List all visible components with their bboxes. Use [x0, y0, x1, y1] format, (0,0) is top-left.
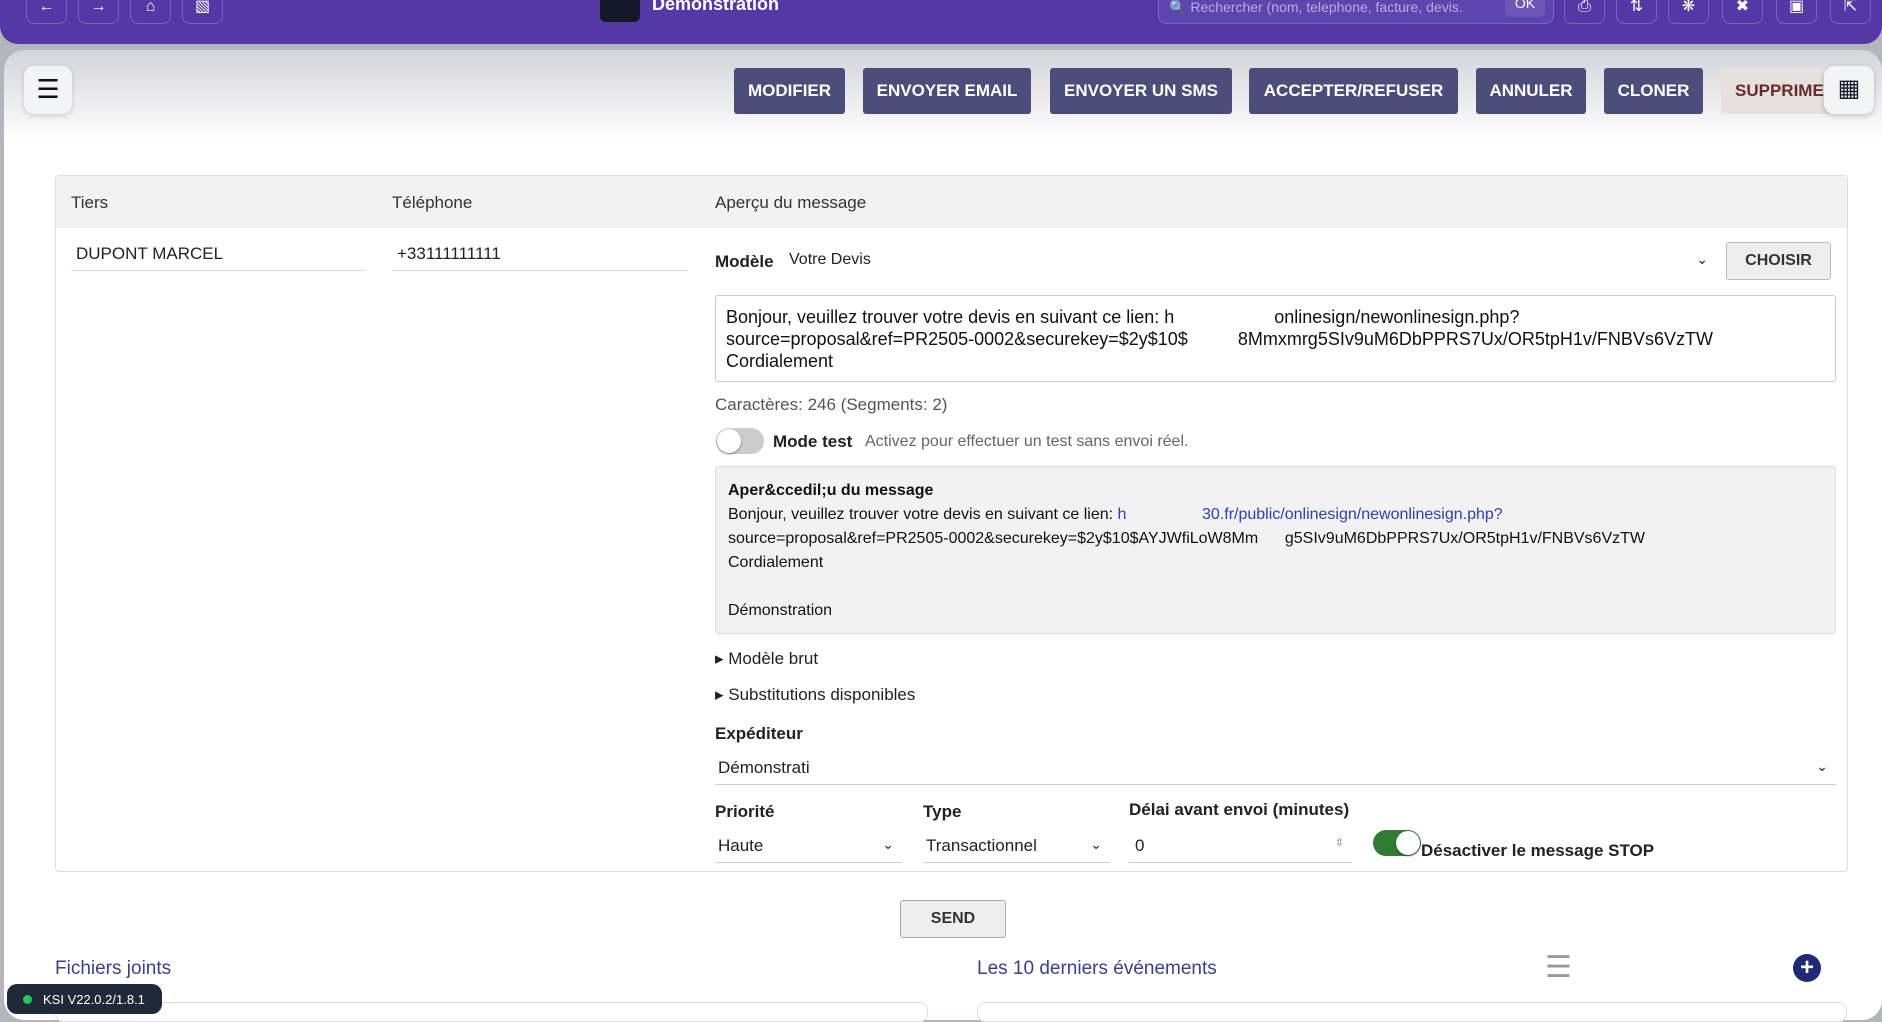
expediteur-select[interactable]: Démonstrati ⌄	[715, 754, 1836, 785]
mode-test-label: Mode test	[773, 432, 853, 451]
stop-message-toggle[interactable]	[1373, 830, 1421, 856]
send-sms-button[interactable]: ENVOYER UN SMS	[1050, 68, 1232, 114]
mode-test-toggle[interactable]	[716, 428, 764, 454]
events-card	[977, 1002, 1847, 1022]
search-ok-button[interactable]: OK	[1505, 0, 1545, 17]
version-text: KSI V22.0.2/1.8.1	[43, 992, 145, 1007]
bug-icon[interactable]: ❋	[1668, 0, 1709, 24]
column-header-preview: Aperçu du message	[715, 193, 867, 212]
column-header-tiers: Tiers	[71, 193, 109, 212]
search-icon: 🔍	[1169, 0, 1187, 15]
company-logo	[600, 0, 640, 22]
priorite-value: Haute	[718, 836, 764, 855]
substitutions-toggle[interactable]: ▸ Substitutions disponibles	[715, 685, 915, 705]
expediteur-value: Démonstrati	[718, 758, 810, 777]
delai-value: 0	[1135, 836, 1145, 855]
global-search[interactable]: 🔍 Rechercher (nom, telephone, facture, d…	[1158, 0, 1554, 24]
accept-refuse-button[interactable]: ACCEPTER/REFUSER	[1249, 68, 1458, 114]
choisir-button[interactable]: CHOISIR	[1726, 242, 1831, 280]
expediteur-label: Expéditeur	[715, 724, 803, 743]
spinner-icon[interactable]: ⇳	[1335, 836, 1344, 849]
grid-apps-icon[interactable]: ▦	[1824, 66, 1874, 114]
top-navbar: ← → ⌂ ▧ Démonstration 🔍 Rechercher (nom,…	[0, 0, 1882, 44]
column-header-telephone: Téléphone	[392, 193, 473, 212]
attachments-card	[55, 1002, 928, 1022]
type-value: Transactionnel	[926, 836, 1037, 855]
hamburger-menu-icon[interactable]: ☰	[24, 66, 72, 114]
search-input[interactable]: Rechercher (nom, telephone, facture, dev…	[1190, 0, 1462, 15]
collapse-icon[interactable]: ⇅	[1616, 0, 1657, 24]
modele-value: Votre Devis	[789, 251, 871, 268]
tools-icon[interactable]: ✖	[1722, 0, 1763, 24]
list-icon[interactable]: ☰	[1545, 950, 1572, 985]
modele-brut-toggle[interactable]: ▸ Modèle brut	[715, 649, 818, 669]
message-preview: Aper&ccedil;u du message Bonjour, veuill…	[715, 466, 1836, 634]
chevron-down-icon: ⌄	[1090, 836, 1102, 852]
status-dot-icon	[23, 995, 32, 1004]
home-icon[interactable]: ⌂	[130, 0, 171, 24]
chevron-down-icon: ⌄	[1696, 251, 1708, 267]
preview-title: Aper&ccedil;u du message	[728, 482, 934, 499]
back-arrow-icon[interactable]: ←	[26, 0, 67, 24]
preview-link[interactable]: h 30.fr/public/onlinesign/newonlinesign.…	[1118, 506, 1503, 523]
substitutions-label: Substitutions disponibles	[728, 685, 916, 704]
delai-input[interactable]: 0 ⇳	[1129, 832, 1352, 863]
table-header	[56, 176, 1847, 228]
stop-message-label: Désactiver le message STOP	[1421, 841, 1655, 860]
delai-label: Délai avant envoi (minutes)	[1129, 800, 1350, 819]
chevron-down-icon: ⌄	[882, 836, 894, 852]
monitor-icon[interactable]: ▣	[1776, 0, 1817, 24]
telephone-field[interactable]: +33111111111	[392, 240, 688, 271]
type-label: Type	[923, 802, 962, 821]
preview-rest: source=proposal&ref=PR2505-0002&secureke…	[728, 530, 1645, 619]
send-button[interactable]: SEND	[900, 900, 1006, 938]
type-select[interactable]: Transactionnel ⌄	[923, 832, 1110, 863]
forward-arrow-icon[interactable]: →	[78, 0, 119, 24]
priorite-label: Priorité	[715, 802, 775, 821]
events-title: Les 10 derniers événements	[977, 958, 1217, 979]
app-title: Démonstration	[652, 0, 780, 14]
modele-label: Modèle	[715, 252, 774, 271]
document-icon[interactable]: ▧	[182, 0, 223, 24]
message-textarea[interactable]: Bonjour, veuillez trouver votre devis en…	[715, 295, 1836, 382]
character-count: Caractères: 246 (Segments: 2)	[715, 395, 948, 414]
delete-button[interactable]: SUPPRIME	[1721, 68, 1836, 114]
add-event-icon[interactable]: +	[1793, 954, 1821, 982]
preview-text: Bonjour, veuillez trouver votre devis en…	[728, 506, 1118, 523]
chevron-down-icon: ⌄	[1816, 758, 1828, 774]
modifier-button[interactable]: MODIFIER	[734, 68, 845, 114]
send-email-button[interactable]: ENVOYER EMAIL	[863, 68, 1031, 114]
mode-test-hint: Activez pour effectuer un test sans envo…	[865, 433, 1189, 450]
version-badge: KSI V22.0.2/1.8.1	[7, 984, 162, 1014]
attachments-title: Fichiers joints	[55, 958, 172, 979]
cancel-button[interactable]: ANNULER	[1476, 68, 1586, 114]
priorite-select[interactable]: Haute ⌄	[715, 832, 902, 863]
print-icon[interactable]: ⎙	[1564, 0, 1605, 24]
tiers-field[interactable]: DUPONT MARCEL	[71, 240, 366, 271]
modele-brut-label: Modèle brut	[728, 649, 819, 668]
modele-select[interactable]: Votre Devis ⌄	[786, 247, 1716, 275]
clone-button[interactable]: CLONER	[1604, 68, 1703, 114]
logout-icon[interactable]: ⇱	[1830, 0, 1871, 24]
